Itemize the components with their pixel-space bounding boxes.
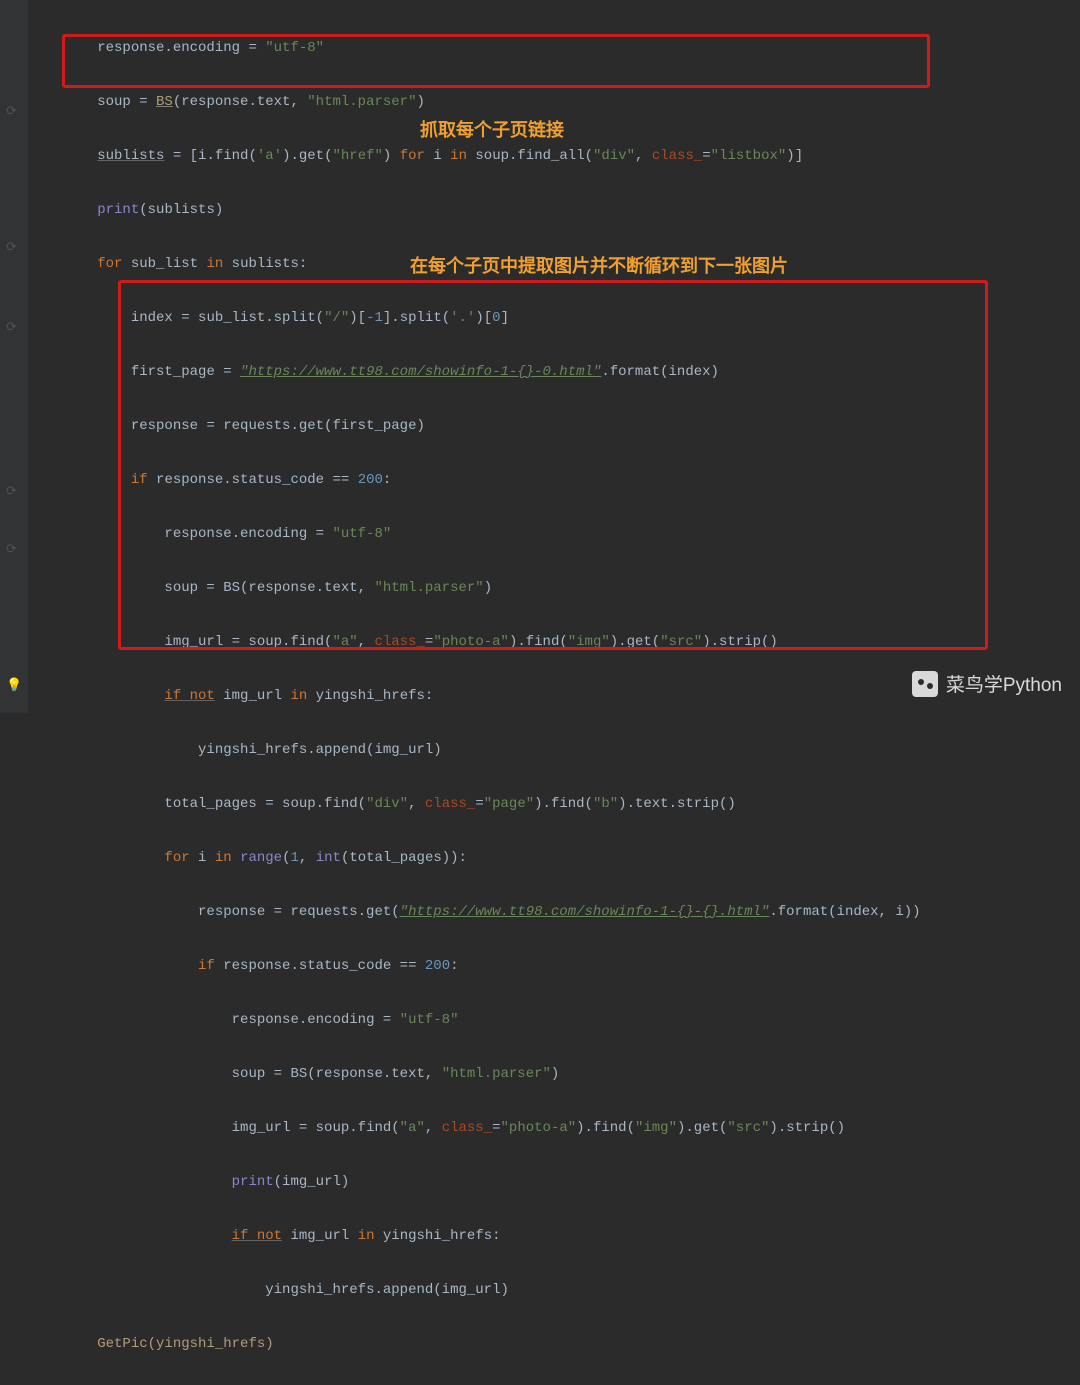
code-line: sublists = [i.find('a').get("href") for …	[30, 143, 1070, 170]
code-line: yingshi_hrefs.append(img_url)	[30, 737, 1070, 764]
gutter-marker-icon: ⟳	[6, 240, 17, 255]
code-line: print(img_url)	[30, 1169, 1070, 1196]
code-line: response = requests.get("https://www.tt9…	[30, 899, 1070, 926]
gutter-marker-icon: ⟳	[6, 484, 17, 499]
annotation-label-1: 抓取每个子页链接	[420, 116, 564, 142]
highlight-box-1	[62, 34, 930, 88]
gutter-marker-icon: ⟳	[6, 320, 17, 335]
code-line: if response.status_code == 200:	[30, 953, 1070, 980]
code-line: soup = BS(response.text, "html.parser")	[30, 1061, 1070, 1088]
watermark-text: 菜鸟学Python	[946, 670, 1062, 697]
code-line: GetPic(yingshi_hrefs)	[30, 1331, 1070, 1358]
code-line: for i in range(1, int(total_pages)):	[30, 845, 1070, 872]
gutter-marker-icon: ⟳	[6, 542, 17, 557]
annotation-label-2: 在每个子页中提取图片并不断循环到下一张图片	[410, 252, 788, 278]
code-line: yingshi_hrefs.append(img_url)	[30, 1277, 1070, 1304]
highlight-box-2	[118, 280, 988, 650]
code-line: total_pages = soup.find("div", class_="p…	[30, 791, 1070, 818]
intention-bulb-icon[interactable]: 💡	[6, 678, 22, 693]
code-line: img_url = soup.find("a", class_="photo-a…	[30, 1115, 1070, 1142]
code-line: if not img_url in yingshi_hrefs:	[30, 1223, 1070, 1250]
wechat-icon	[912, 671, 938, 697]
code-line: print(sublists)	[30, 197, 1070, 224]
gutter-marker-icon: ⟳	[6, 104, 17, 119]
gutter: ⟳ ⟳ ⟳ ⟳ ⟳ 💡	[0, 0, 28, 713]
code-line: soup = BS(response.text, "html.parser")	[30, 89, 1070, 116]
watermark: 菜鸟学Python	[912, 670, 1062, 697]
code-line: response.encoding = "utf-8"	[30, 1007, 1070, 1034]
